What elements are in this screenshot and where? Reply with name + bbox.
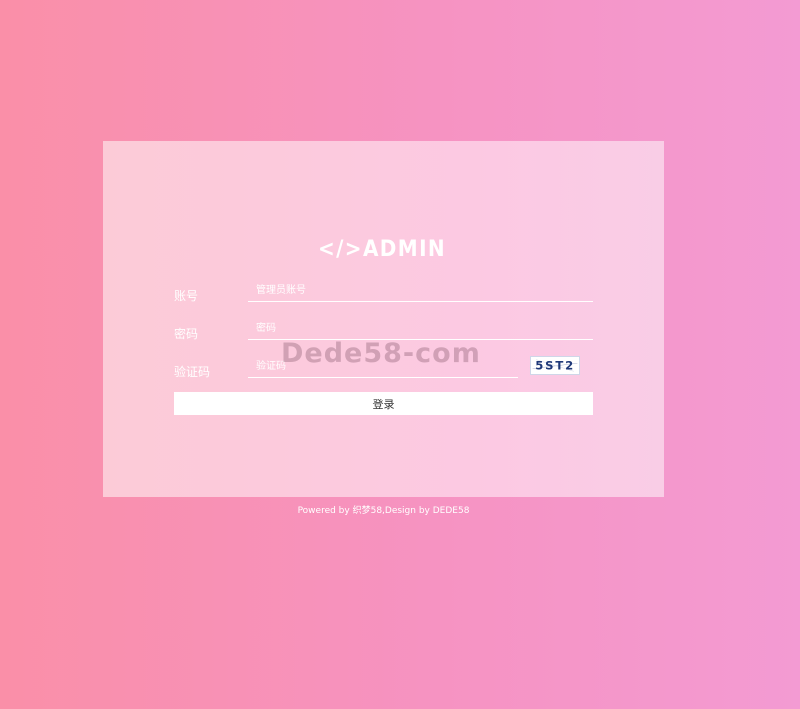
admin-logo-text: </>ADMIN — [318, 237, 446, 261]
admin-logo: </>ADMIN — [318, 237, 446, 261]
password-label: 密码 — [174, 327, 199, 341]
footer-credit: Powered by 织梦58,Design by DEDE58 — [297, 506, 470, 516]
login-button[interactable]: 登录 — [174, 392, 593, 415]
captcha-image[interactable]: 5ST2 — [530, 356, 580, 375]
captcha-label: 验证码 — [174, 365, 211, 379]
account-label: 账号 — [174, 289, 199, 303]
captcha-text: 5ST2 — [535, 359, 575, 373]
account-input[interactable] — [248, 279, 593, 302]
captcha-input[interactable] — [248, 355, 518, 378]
login-card: </>ADMIN 账号 密码 验证码 5ST2 Dede58-com 登录 — [103, 141, 664, 497]
password-input[interactable] — [248, 317, 593, 340]
